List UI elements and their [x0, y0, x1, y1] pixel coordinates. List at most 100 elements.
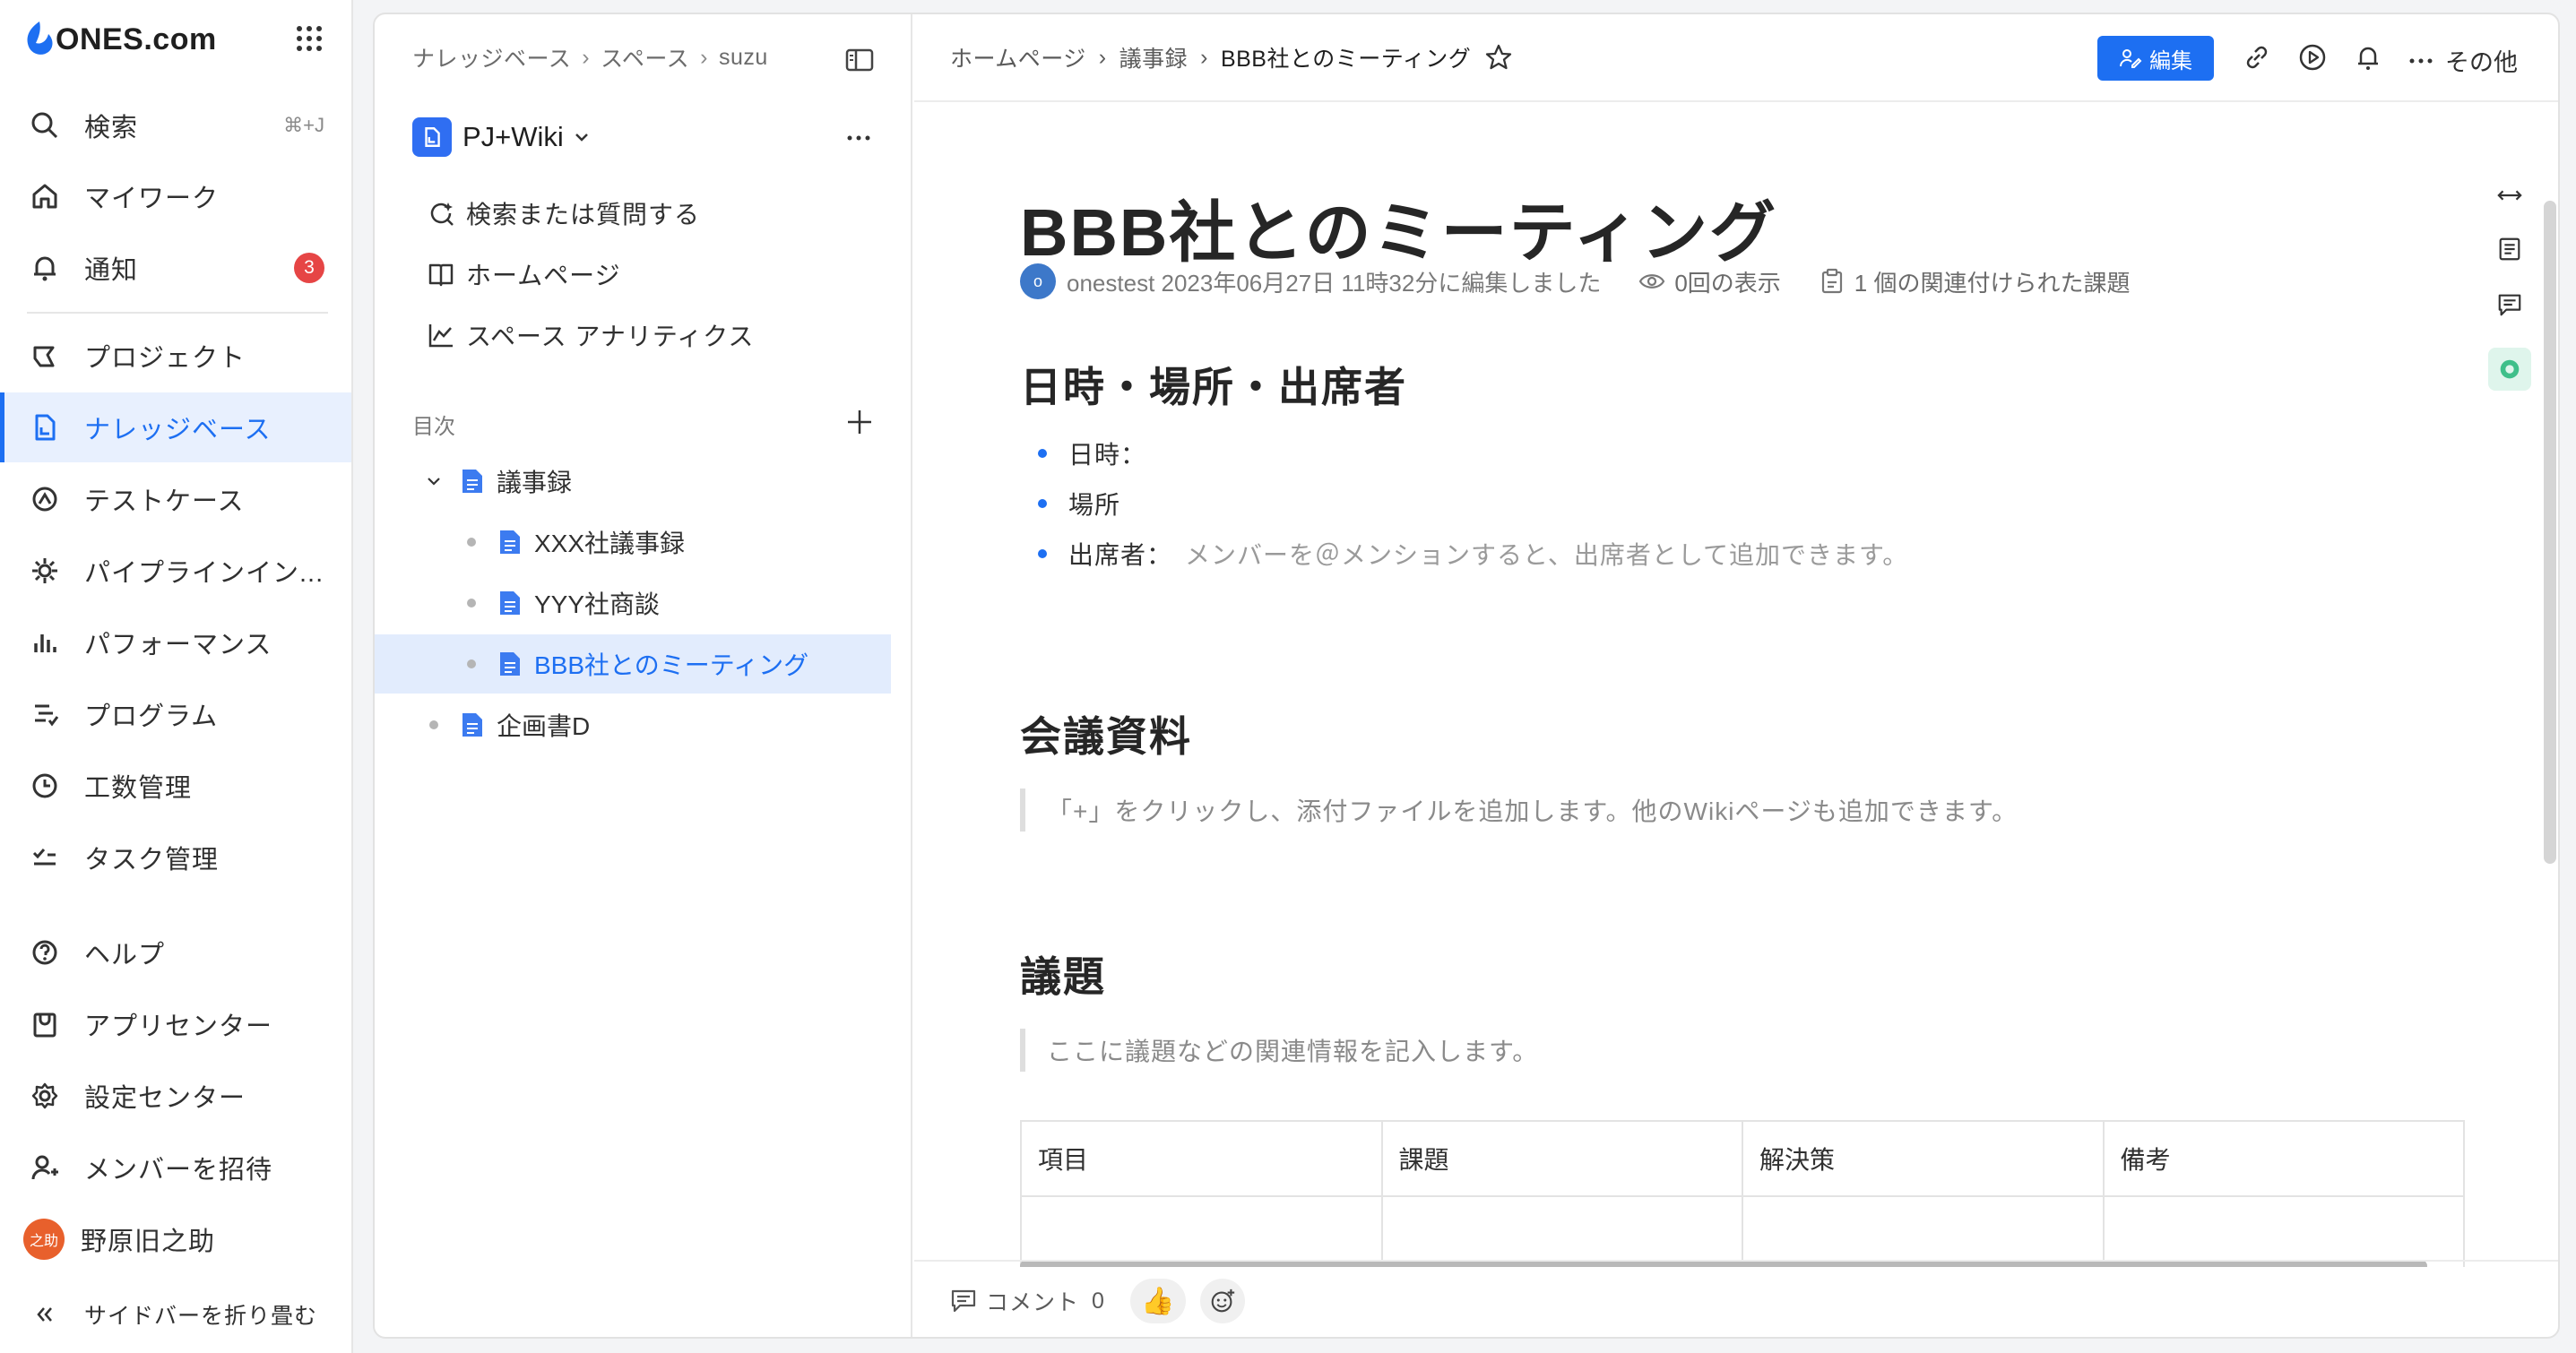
table-header-cell[interactable]: 項目 — [1020, 1120, 1383, 1197]
table-cell[interactable] — [1742, 1195, 2105, 1267]
bullet-item[interactable]: 場所 — [1038, 486, 1120, 521]
homepage-link[interactable]: ホームページ — [427, 251, 621, 297]
bullet-item[interactable]: 日時： — [1038, 435, 1146, 471]
toc-item[interactable]: 議事録 — [375, 452, 891, 511]
breadcrumb-link[interactable]: suzu — [719, 45, 768, 71]
status-indicator-icon[interactable] — [2488, 348, 2531, 391]
bullet-label: 日時： — [1068, 441, 1147, 469]
toc-item-label: XXX社議事録 — [534, 530, 686, 557]
table-header-cell[interactable]: 解決策 — [1742, 1120, 2105, 1197]
nav-item-app-center[interactable]: アプリセンター — [0, 989, 351, 1059]
comment-button[interactable]: コメント 0 — [950, 1285, 1105, 1317]
chevron-down-icon[interactable] — [423, 470, 445, 492]
nav-item-my-work[interactable]: マイワーク — [0, 161, 351, 231]
bell-icon[interactable] — [2352, 41, 2384, 73]
view-count[interactable]: 0回の表示 — [1638, 265, 1781, 298]
nav-item-settings[interactable]: 設定センター — [0, 1061, 351, 1131]
table-header-cell[interactable]: 備考 — [2102, 1120, 2465, 1197]
bullet-dot — [423, 714, 445, 736]
side-action-label: ホームページ — [466, 262, 621, 289]
nav-item-timesheet[interactable]: 工数管理 — [0, 751, 351, 821]
nav-item-task-management[interactable]: タスク管理 — [0, 823, 351, 892]
quote-block[interactable]: 「+」をクリックし、添付ファイルを追加します。他のWikiページも追加できます。 — [1020, 789, 2018, 832]
document-body: BBB社とのミーティング o onestest 2023年06月27日 11時3… — [914, 102, 2558, 1267]
table-cell[interactable] — [1020, 1195, 1383, 1267]
add-reaction-button[interactable] — [1199, 1279, 1245, 1323]
linked-issues-label: 1 個の関連付けられた課題 — [1854, 269, 2131, 297]
quote-block[interactable]: ここに議題などの関連情報を記入します。 — [1020, 1029, 1538, 1072]
comment-icon — [951, 1289, 976, 1313]
sidebar-toggle-icon[interactable] — [844, 45, 875, 75]
bullet-placeholder: メンバーを＠メンションすると、出席者として追加できます。 — [1185, 541, 1909, 569]
brand-logo[interactable]: ONES.com — [22, 16, 332, 63]
edit-button-label: 編集 — [2149, 48, 2192, 73]
nav-item-testcase[interactable]: テストケース — [0, 464, 351, 534]
section-heading: 日時・場所・出席者 — [1020, 364, 1407, 410]
breadcrumb-link[interactable]: ナレッジベース — [412, 41, 571, 73]
bullet-item[interactable]: 出席者： メンバーを＠メンションすると、出席者として追加できます。 — [1038, 536, 1908, 572]
star-icon[interactable] — [1483, 42, 1514, 73]
toc-item-label: BBB社とのミーティング — [534, 651, 809, 679]
invite-member-icon — [27, 1150, 63, 1185]
nav-item-label: 通知 — [84, 256, 139, 285]
expand-width-icon[interactable] — [2492, 177, 2528, 213]
toc-label: 目次 — [412, 415, 455, 439]
linked-issues[interactable]: 1 個の関連付けられた課題 — [1819, 265, 2131, 298]
comment-panel-icon[interactable] — [2492, 287, 2528, 323]
like-button[interactable]: 👍 — [1129, 1279, 1186, 1323]
bullet-dot — [461, 592, 482, 614]
nav-item-label: マイワーク — [84, 185, 220, 213]
nav-item-label: アプリセンター — [84, 1013, 273, 1041]
present-icon[interactable] — [2296, 41, 2329, 73]
toc-item-active[interactable]: BBB社とのミーティング — [375, 634, 891, 694]
more-button-label: その他 — [2445, 49, 2518, 76]
space-analytics-link[interactable]: スペース アナリティクス — [427, 312, 754, 358]
nav-search[interactable]: 検索 ⌘+J — [0, 90, 351, 160]
nav-item-help[interactable]: ヘルプ — [0, 918, 351, 987]
space-selector[interactable]: PJ+Wiki — [412, 115, 591, 159]
page-meta: o onestest 2023年06月27日 11時32分に編集しました 0回の… — [1020, 263, 2130, 299]
add-page-icon[interactable] — [844, 407, 875, 437]
collapse-sidebar-button[interactable]: サイドバーを折り畳む — [0, 1280, 351, 1349]
nav-item-performance[interactable]: パフォーマンス — [0, 608, 351, 677]
document-icon — [500, 652, 520, 676]
nav-item-notifications[interactable]: 通知 3 — [0, 233, 351, 303]
toc-item[interactable]: XXX社議事録 — [375, 513, 891, 572]
nav-item-project[interactable]: プロジェクト — [0, 321, 351, 391]
toc-item-label: 企画書D — [497, 712, 591, 740]
clipboard-icon — [1821, 268, 1842, 294]
nav-item-label: 設定センター — [84, 1084, 246, 1113]
outline-icon[interactable] — [2492, 231, 2528, 267]
app-center-icon — [27, 1006, 63, 1042]
more-icon[interactable] — [843, 122, 875, 154]
agenda-table: 項目 課題 解決策 備考 — [1020, 1120, 2465, 1267]
nav-item-knowledge-base[interactable]: ナレッジベース — [0, 392, 351, 462]
nav-user[interactable]: 之助 野原旧之助 — [0, 1204, 351, 1274]
content-topbar: ホームページ › 議事録 › BBB社とのミーティング 編集 その他 — [914, 14, 2558, 102]
vertical-scrollbar[interactable] — [2544, 201, 2556, 864]
project-icon — [27, 338, 63, 374]
nav-item-pipeline[interactable]: パイプラインイン... — [0, 536, 351, 606]
link-icon[interactable] — [2241, 41, 2273, 73]
task-icon — [27, 840, 63, 875]
more-button[interactable]: その他 — [2407, 43, 2518, 78]
nav-item-label: 工数管理 — [84, 774, 193, 803]
breadcrumb-link[interactable]: ホームページ — [950, 41, 1086, 73]
toc-item[interactable]: YYY社商談 — [375, 573, 891, 633]
testcase-icon — [27, 481, 63, 517]
toc-item[interactable]: 企画書D — [375, 695, 891, 754]
collapse-label: サイドバーを折り畳む — [84, 1304, 318, 1329]
breadcrumb-link[interactable]: スペース — [601, 41, 689, 73]
wiki-sidebar: ナレッジベース › スペース › suzu PJ+Wiki 検索または質問する — [375, 14, 912, 1337]
apps-grid-icon[interactable] — [294, 23, 324, 54]
page-footer: コメント 0 👍 — [914, 1260, 2558, 1337]
edit-button[interactable]: 編集 — [2097, 36, 2214, 81]
table-cell[interactable] — [2102, 1195, 2465, 1267]
search-or-ask-button[interactable]: 検索または質問する — [427, 190, 700, 237]
nav-item-program[interactable]: プログラム — [0, 679, 351, 749]
eye-icon — [1639, 274, 1665, 289]
breadcrumb-link[interactable]: 議事録 — [1119, 41, 1189, 73]
table-cell[interactable] — [1380, 1195, 1743, 1267]
table-header-cell[interactable]: 課題 — [1380, 1120, 1743, 1197]
nav-item-invite-member[interactable]: メンバーを招待 — [0, 1133, 351, 1202]
